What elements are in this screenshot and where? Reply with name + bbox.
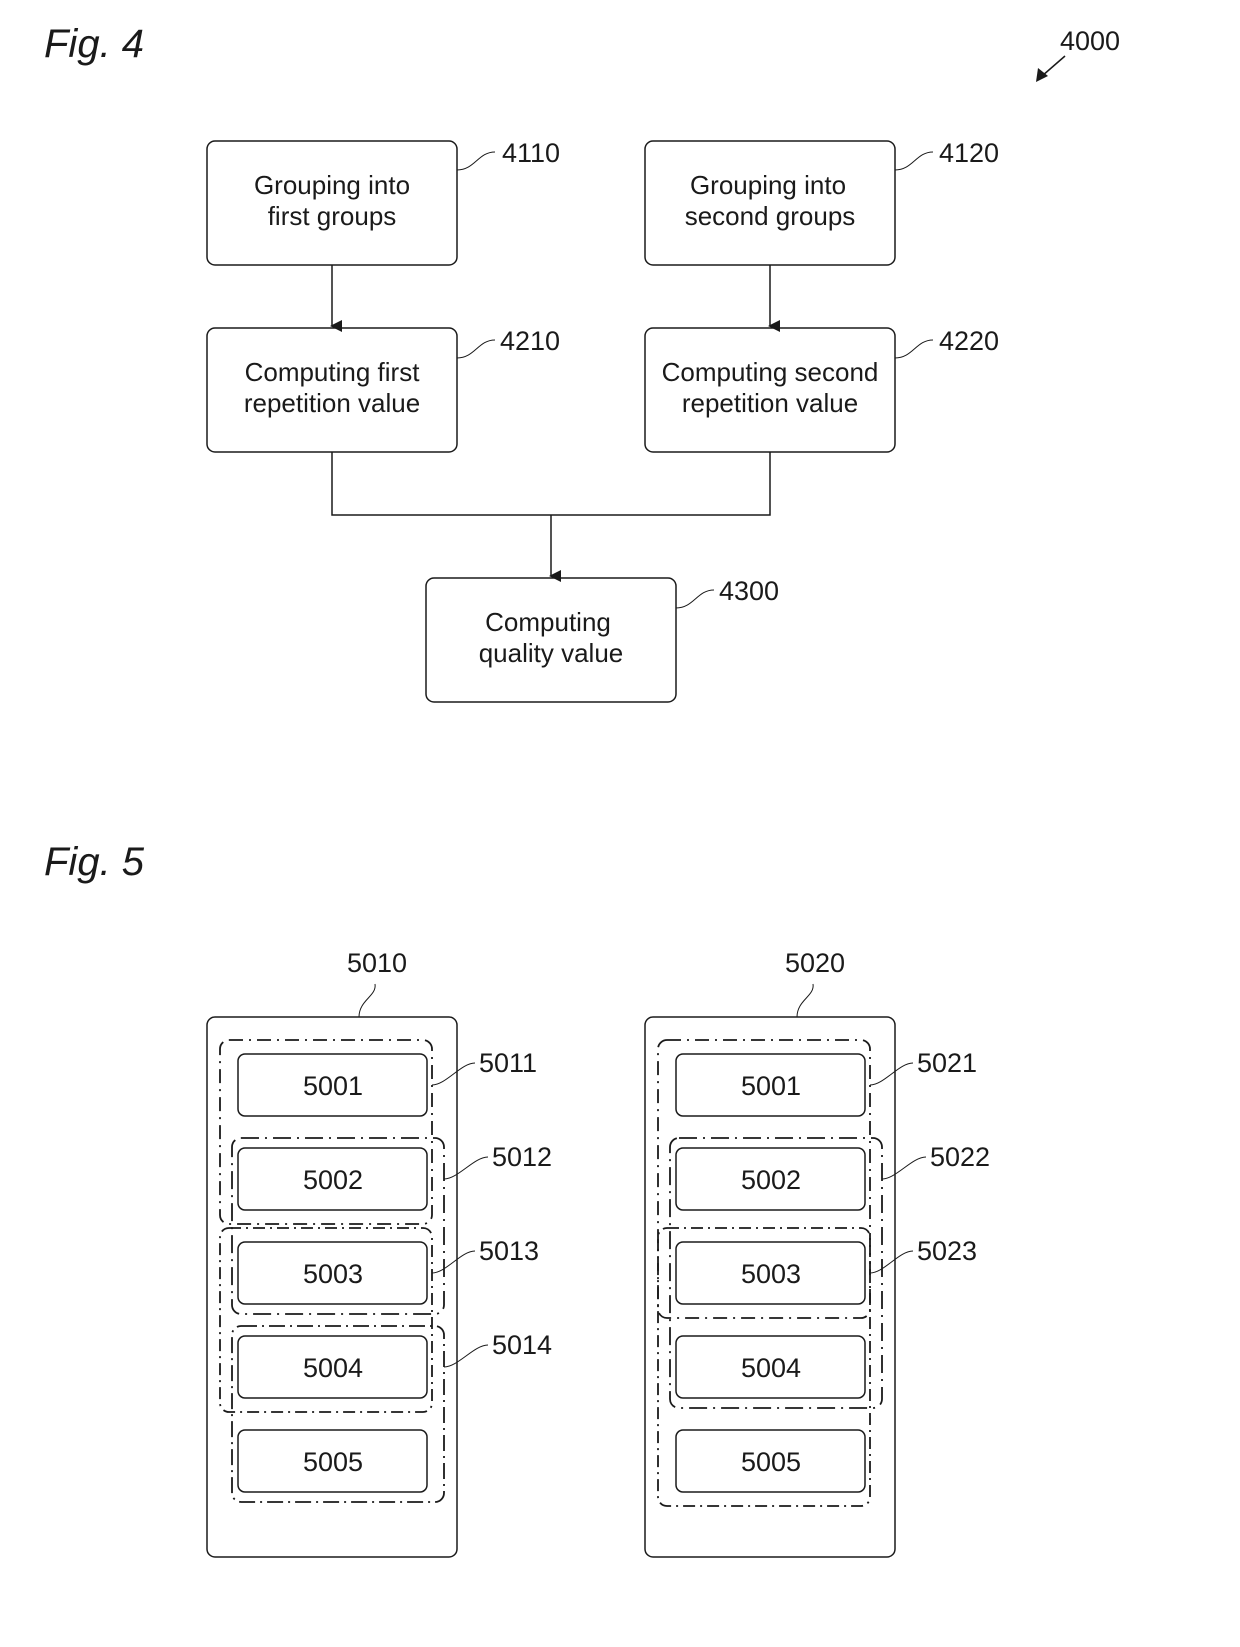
ref-4000-arrow-line bbox=[1041, 55, 1066, 77]
ref-4000: 4000 bbox=[1036, 26, 1120, 82]
item-label: 5003 bbox=[303, 1259, 363, 1289]
step-4210: Computing first repetition value 4210 bbox=[206, 326, 560, 453]
leader-line bbox=[894, 339, 934, 359]
leader-line bbox=[358, 983, 376, 1018]
item-label: 5002 bbox=[741, 1165, 801, 1195]
item-label: 5002 bbox=[303, 1165, 363, 1195]
step-ref: 4220 bbox=[939, 326, 999, 356]
leader-line bbox=[443, 1344, 489, 1368]
figure-canvas: 4000 Grouping into first groups 4110 Gro… bbox=[206, 26, 1120, 1558]
group-ref: 5014 bbox=[492, 1330, 552, 1360]
item-label: 5005 bbox=[741, 1447, 801, 1477]
leader-line bbox=[456, 151, 496, 171]
set-5010: 5010 5001 5002 5003 5004 5005 5011 5012 5013 5014 bbox=[206, 948, 552, 1558]
step-4300: Computing quality value 4300 bbox=[425, 576, 779, 703]
group-ref: 5022 bbox=[930, 1142, 990, 1172]
group-ref: 5013 bbox=[479, 1236, 539, 1266]
leader-line bbox=[796, 983, 814, 1018]
step-4220: Computing second repetition value 4220 bbox=[644, 326, 999, 453]
step-ref: 4210 bbox=[500, 326, 560, 356]
leader-line bbox=[869, 1062, 914, 1086]
set-ref: 5020 bbox=[785, 948, 845, 978]
ref-4000-arrowhead-icon bbox=[1036, 68, 1048, 82]
leader-line bbox=[431, 1250, 476, 1274]
item-label: 5001 bbox=[741, 1071, 801, 1101]
ref-4000-label: 4000 bbox=[1060, 26, 1120, 56]
group-ref: 5011 bbox=[479, 1048, 537, 1078]
leader-line bbox=[881, 1156, 927, 1180]
step-text-line: second groups bbox=[685, 201, 856, 231]
step-text-line: repetition value bbox=[682, 388, 858, 418]
item-label: 5003 bbox=[741, 1259, 801, 1289]
step-4120: Grouping into second groups 4120 bbox=[644, 138, 999, 266]
leader-line bbox=[675, 589, 715, 609]
item-label: 5005 bbox=[303, 1447, 363, 1477]
item-label: 5004 bbox=[303, 1353, 363, 1383]
group-ref: 5021 bbox=[917, 1048, 977, 1078]
group-ref: 5012 bbox=[492, 1142, 552, 1172]
step-text-line: Grouping into bbox=[690, 170, 846, 200]
leader-line bbox=[894, 151, 934, 171]
step-ref: 4110 bbox=[502, 138, 560, 168]
step-4110: Grouping into first groups 4110 bbox=[206, 138, 560, 266]
leader-line bbox=[443, 1156, 489, 1180]
item-label: 5004 bbox=[741, 1353, 801, 1383]
step-ref: 4300 bbox=[719, 576, 779, 606]
fig5-diagram: 5010 5001 5002 5003 5004 5005 5011 5012 5013 5014… bbox=[206, 948, 990, 1558]
item-label: 5001 bbox=[303, 1071, 363, 1101]
step-text-line: Grouping into bbox=[254, 170, 410, 200]
set-ref: 5010 bbox=[347, 948, 407, 978]
step-text-line: repetition value bbox=[244, 388, 420, 418]
step-ref: 4120 bbox=[939, 138, 999, 168]
merge-line bbox=[331, 452, 771, 516]
step-text-line: first groups bbox=[268, 201, 397, 231]
leader-line bbox=[431, 1062, 476, 1086]
step-text-line: Computing second bbox=[662, 357, 879, 387]
leader-line bbox=[456, 339, 496, 359]
group-ref: 5023 bbox=[917, 1236, 977, 1266]
step-text-line: Computing first bbox=[245, 357, 421, 387]
leader-line bbox=[869, 1250, 914, 1274]
set-5020: 5020 5001 5002 5003 5004 5005 5021 5022 5023 bbox=[644, 948, 990, 1558]
step-text-line: Computing bbox=[485, 607, 611, 637]
step-text-line: quality value bbox=[479, 638, 624, 668]
